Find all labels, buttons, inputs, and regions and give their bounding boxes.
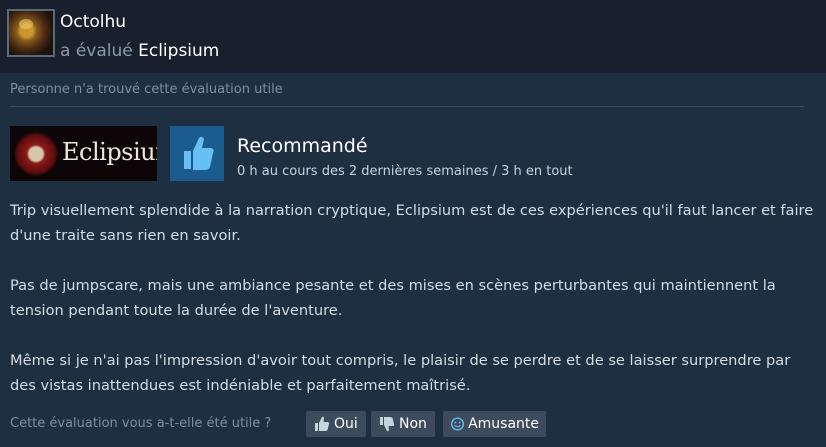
- game-capsule[interactable]: Eclipsium: [10, 126, 157, 181]
- reviewed-game-link[interactable]: Eclipsium: [138, 41, 219, 61]
- vote-yes-button[interactable]: Oui: [306, 411, 366, 437]
- divider: [10, 106, 804, 107]
- vote-funny-button[interactable]: Amusante: [443, 411, 546, 437]
- thumbs-down-icon: [380, 417, 395, 432]
- vote-no-label: Non: [399, 416, 427, 432]
- review-body: Trip visuellement splendide à la narrati…: [10, 198, 820, 423]
- reviewed-action: a évalué: [60, 41, 133, 61]
- vote-yes-label: Oui: [334, 416, 358, 432]
- recommend-thumb-icon-box: [170, 126, 224, 181]
- thumbs-up-icon: [315, 416, 330, 431]
- review-paragraph: Trip visuellement splendide à la narrati…: [10, 202, 814, 244]
- review-paragraph: Pas de jumpscare, mais une ambiance pesa…: [10, 277, 776, 319]
- reviewed-line: a évalué Eclipsium: [60, 41, 219, 61]
- vote-no-button[interactable]: Non: [371, 411, 435, 437]
- review-header: Octolhu a évalué Eclipsium: [0, 0, 826, 73]
- author-name[interactable]: Octolhu: [60, 12, 126, 32]
- thumbs-up-icon: [184, 136, 214, 170]
- review-card: Octolhu a évalué Eclipsium Personne n'a …: [0, 0, 826, 447]
- vote-funny-label: Amusante: [468, 416, 539, 432]
- game-capsule-title: Eclipsium: [62, 138, 157, 166]
- smiley-icon: [451, 417, 465, 431]
- playtime-text: 0 h au cours des 2 dernières semaines / …: [237, 164, 573, 179]
- review-paragraph: Même si je n'ai pas l'impression d'avoir…: [10, 352, 791, 394]
- helpful-status: Personne n'a trouvé cette évaluation uti…: [10, 82, 283, 97]
- recommendation-title: Recommandé: [237, 135, 368, 157]
- user-avatar[interactable]: [7, 9, 55, 57]
- helpful-question: Cette évaluation vous a-t-elle été utile…: [10, 416, 272, 431]
